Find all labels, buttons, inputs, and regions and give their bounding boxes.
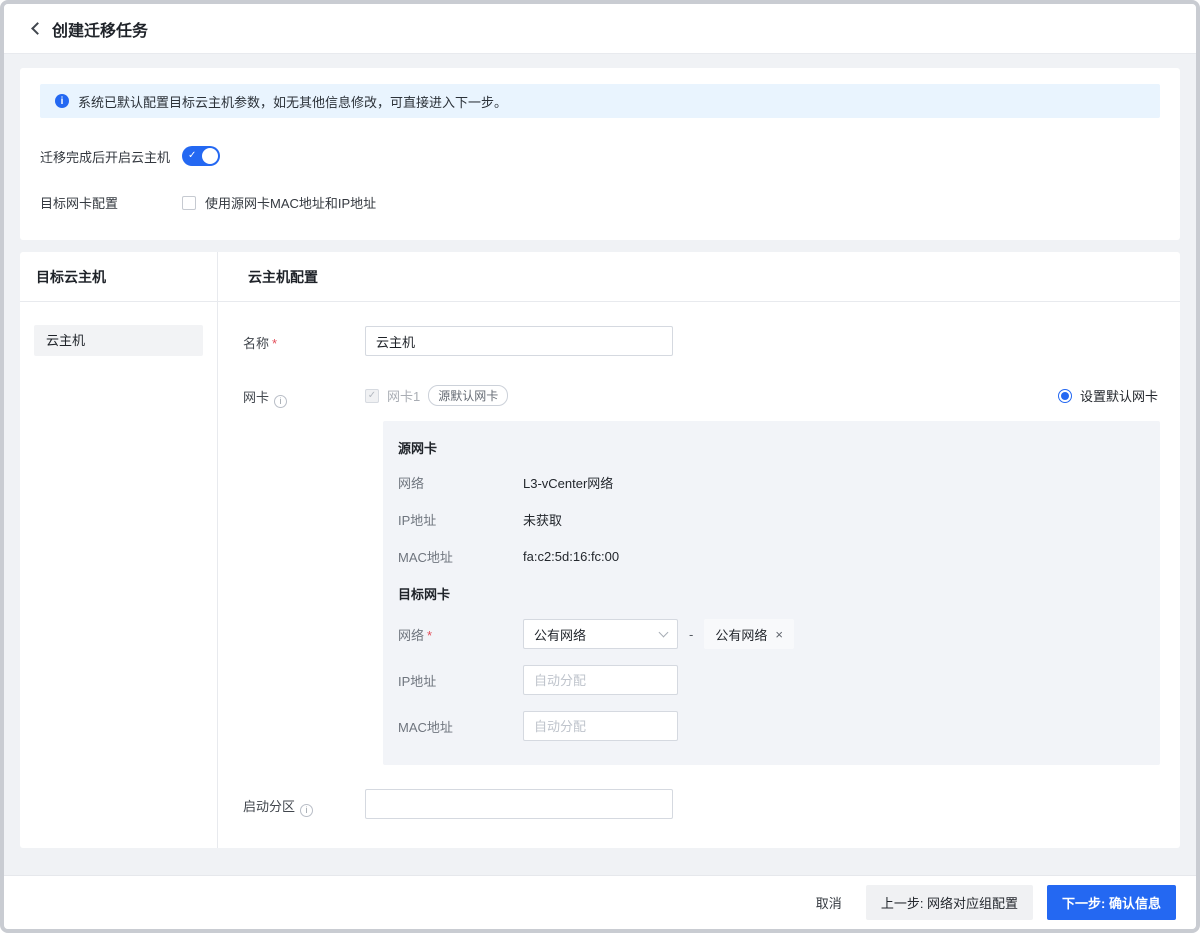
boot-partition-tooltip-icon[interactable]: i xyxy=(300,804,313,817)
target-nic-title: 目标网卡 xyxy=(398,584,1138,603)
power-on-toggle[interactable]: ✓ xyxy=(182,146,220,166)
vm-config-card: 目标云主机 云主机 云主机配置 名称* xyxy=(20,252,1180,848)
target-nic-config-row: 目标网卡配置 使用源网卡MAC地址和IP地址 xyxy=(40,193,1160,212)
footer-bar: 取消 上一步: 网络对应组配置 下一步: 确认信息 xyxy=(4,875,1196,929)
radio-icon xyxy=(1058,389,1072,403)
target-ip-row: IP地址 xyxy=(398,665,1138,695)
target-vm-pane-title: 目标云主机 xyxy=(20,252,217,302)
toggle-knob xyxy=(202,148,218,164)
nic-header-line: ✓ 网卡1 源默认网卡 设置默认网卡 xyxy=(365,380,1160,406)
target-mac-row: MAC地址 xyxy=(398,711,1138,741)
options-card: i 系统已默认配置目标云主机参数，如无其他信息修改，可直接进入下一步。 迁移完成… xyxy=(20,68,1180,240)
chevron-left-icon xyxy=(31,22,44,35)
selected-network-tag-text: 公有网络 xyxy=(715,625,767,644)
nic1-label: 网卡1 xyxy=(387,386,420,405)
target-mac-input[interactable] xyxy=(523,711,678,741)
source-default-nic-tag: 源默认网卡 xyxy=(428,385,508,406)
set-default-nic-radio[interactable]: 设置默认网卡 xyxy=(1058,386,1158,405)
info-icon: i xyxy=(55,94,69,108)
info-banner: i 系统已默认配置目标云主机参数，如无其他信息修改，可直接进入下一步。 xyxy=(40,84,1160,118)
next-step-button[interactable]: 下一步: 确认信息 xyxy=(1047,885,1176,920)
vm-list-item[interactable]: 云主机 xyxy=(34,325,203,356)
back-button[interactable] xyxy=(24,18,46,40)
target-mac-label: MAC地址 xyxy=(398,717,523,736)
boot-partition-row: 启动分区i xyxy=(243,789,1160,819)
vm-config-form: 名称* 网卡i ✓ xyxy=(218,302,1180,819)
page-title: 创建迁移任务 xyxy=(52,17,148,41)
target-network-row: 网络* 公有网络 - 公有网络 × xyxy=(398,619,1138,649)
boot-partition-input[interactable] xyxy=(365,789,673,819)
vm-config-pane: 云主机配置 名称* 网卡i xyxy=(218,252,1180,848)
cancel-button[interactable]: 取消 xyxy=(806,885,852,920)
target-network-label: 网络* xyxy=(398,625,523,644)
use-source-mac-ip-label[interactable]: 使用源网卡MAC地址和IP地址 xyxy=(205,193,376,212)
source-mac-row: MAC地址 fa:c2:5d:16:fc:00 xyxy=(398,547,1138,566)
nic-label: 网卡i xyxy=(243,380,365,765)
info-banner-text: 系统已默认配置目标云主机参数，如无其他信息修改，可直接进入下一步。 xyxy=(78,92,507,111)
target-nic-config-label: 目标网卡配置 xyxy=(40,193,182,212)
remove-network-icon[interactable]: × xyxy=(775,627,783,642)
source-ip-row: IP地址 未获取 xyxy=(398,510,1138,529)
source-mac-label: MAC地址 xyxy=(398,547,523,566)
page-header: 创建迁移任务 xyxy=(4,4,1196,54)
target-network-select[interactable]: 公有网络 xyxy=(523,619,678,649)
power-on-row: 迁移完成后开启云主机 ✓ xyxy=(40,146,1160,166)
source-nic-title: 源网卡 xyxy=(398,438,1138,457)
nic-detail-panel: 源网卡 网络 L3-vCenter网络 IP地址 未获取 xyxy=(383,421,1160,765)
source-network-value: L3-vCenter网络 xyxy=(523,473,613,492)
target-ip-input[interactable] xyxy=(523,665,678,695)
power-on-label: 迁移完成后开启云主机 xyxy=(40,147,182,166)
nic-row: 网卡i ✓ 网卡1 源默认网卡 设 xyxy=(243,380,1160,765)
source-network-label: 网络 xyxy=(398,473,523,492)
prev-step-button[interactable]: 上一步: 网络对应组配置 xyxy=(866,885,1033,920)
name-row: 名称* xyxy=(243,326,1160,356)
use-source-mac-ip-checkbox[interactable] xyxy=(182,196,196,210)
page-content: i 系统已默认配置目标云主机参数，如无其他信息修改，可直接进入下一步。 迁移完成… xyxy=(4,54,1196,875)
target-ip-label: IP地址 xyxy=(398,671,523,690)
target-vm-pane: 目标云主机 云主机 xyxy=(20,252,218,848)
name-input[interactable] xyxy=(365,326,673,356)
chevron-down-icon xyxy=(659,628,669,638)
boot-partition-label: 启动分区i xyxy=(243,789,365,819)
source-mac-value: fa:c2:5d:16:fc:00 xyxy=(523,549,619,564)
name-label: 名称* xyxy=(243,326,365,356)
required-mark: * xyxy=(427,628,432,643)
nic-tooltip-icon[interactable]: i xyxy=(274,395,287,408)
app-window: 创建迁移任务 i 系统已默认配置目标云主机参数，如无其他信息修改，可直接进入下一… xyxy=(0,0,1200,933)
target-network-select-value: 公有网络 xyxy=(534,625,586,644)
nic1-checkbox: ✓ xyxy=(365,389,379,403)
set-default-nic-label: 设置默认网卡 xyxy=(1080,386,1158,405)
source-ip-label: IP地址 xyxy=(398,510,523,529)
mapping-separator: - xyxy=(689,627,693,642)
toggle-check-icon: ✓ xyxy=(188,149,196,163)
selected-network-tag: 公有网络 × xyxy=(704,619,794,649)
source-ip-value: 未获取 xyxy=(523,510,562,529)
vm-config-pane-title: 云主机配置 xyxy=(218,252,1180,302)
source-network-row: 网络 L3-vCenter网络 xyxy=(398,473,1138,492)
required-mark: * xyxy=(272,336,277,351)
